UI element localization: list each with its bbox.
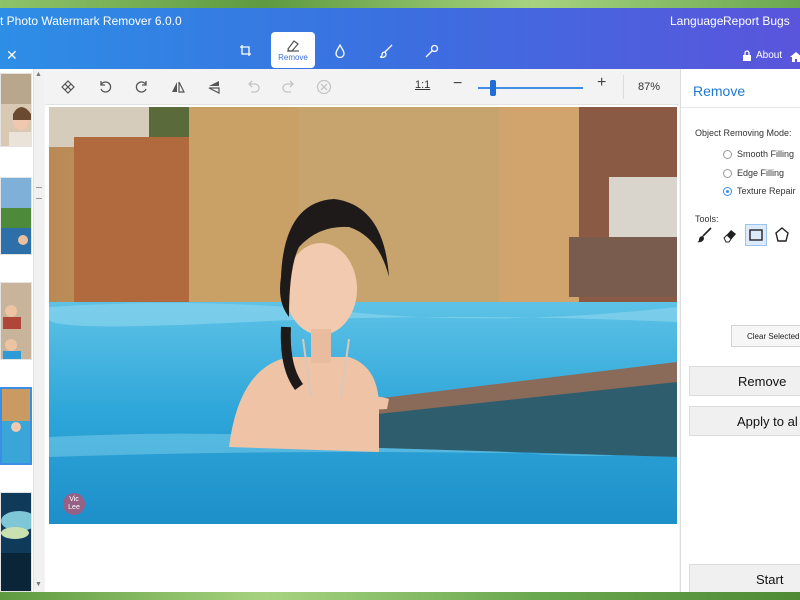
eraser-icon bbox=[287, 40, 299, 52]
mode-texture-repair-label: Texture Repair bbox=[737, 186, 796, 196]
tab-brush[interactable] bbox=[364, 34, 408, 68]
panel-divider bbox=[681, 107, 800, 108]
lock-icon bbox=[743, 50, 751, 61]
brush-tool[interactable] bbox=[693, 224, 715, 246]
tab-remove[interactable]: Remove bbox=[271, 32, 315, 68]
flip-vertical-icon[interactable] bbox=[206, 79, 222, 95]
tab-remove-label: Remove bbox=[278, 53, 308, 62]
tab-repair[interactable] bbox=[410, 34, 454, 68]
desktop-background-bottom bbox=[0, 592, 800, 600]
thumbnail-5[interactable] bbox=[0, 492, 32, 592]
close-icon[interactable]: ✕ bbox=[6, 48, 18, 62]
radio-texture-repair[interactable] bbox=[723, 186, 732, 196]
apply-to-all-button[interactable]: Apply to al bbox=[689, 406, 800, 436]
thumbnail-strip: ▲ ▼ bbox=[0, 69, 44, 592]
thumbnail-1[interactable] bbox=[0, 73, 32, 147]
edit-toolbar: 1:1 − + 87% bbox=[45, 69, 679, 105]
thumbnail-3[interactable] bbox=[0, 282, 32, 360]
zoom-in-button[interactable]: + bbox=[597, 74, 606, 92]
mode-edge-filling[interactable]: Edge Filling bbox=[723, 168, 784, 178]
rectangle-select-tool[interactable] bbox=[745, 224, 767, 246]
thumbnail-scrollbar[interactable]: ▲ ▼ bbox=[33, 69, 44, 592]
eraser-tool[interactable] bbox=[719, 224, 741, 246]
report-bugs-link[interactable]: Report Bugs bbox=[723, 14, 790, 28]
desktop-background-top bbox=[0, 0, 800, 8]
move-icon[interactable] bbox=[60, 79, 76, 95]
home-icon[interactable] bbox=[790, 50, 800, 68]
zoom-slider-handle[interactable] bbox=[489, 80, 496, 96]
drop-icon bbox=[335, 44, 345, 58]
wand-icon bbox=[425, 44, 439, 58]
scroll-grip[interactable] bbox=[36, 187, 42, 199]
crop-icon bbox=[240, 45, 251, 56]
cancel-icon[interactable] bbox=[316, 79, 332, 95]
undo-icon[interactable] bbox=[245, 79, 261, 95]
tools-label: Tools: bbox=[695, 214, 719, 224]
eraser-icon bbox=[723, 230, 736, 243]
radio-smooth-filling[interactable] bbox=[723, 149, 732, 159]
clear-selected-button[interactable]: Clear Selected bbox=[731, 325, 800, 347]
tab-crop[interactable] bbox=[224, 34, 268, 68]
zoom-out-button[interactable]: − bbox=[453, 75, 462, 93]
start-button[interactable]: Start bbox=[689, 564, 800, 592]
brush-icon bbox=[697, 227, 712, 243]
mode-smooth-filling[interactable]: Smooth Filling bbox=[723, 149, 794, 159]
zoom-divider bbox=[623, 75, 624, 99]
polygon-select-tool[interactable] bbox=[771, 224, 793, 246]
about-label: About bbox=[756, 50, 783, 61]
flip-horizontal-icon[interactable] bbox=[170, 79, 186, 95]
polygon-select-icon bbox=[775, 227, 789, 242]
rectangle-select-icon bbox=[749, 229, 763, 241]
actual-size-button[interactable]: 1:1 bbox=[415, 79, 430, 91]
about-button[interactable]: About bbox=[742, 50, 782, 61]
remove-button[interactable]: Remove bbox=[689, 366, 800, 396]
mode-label: Object Removing Mode: bbox=[695, 128, 792, 138]
scroll-down-icon[interactable]: ▼ bbox=[35, 581, 42, 588]
brush-icon bbox=[379, 44, 393, 58]
image-canvas[interactable]: Vic Lee bbox=[45, 105, 679, 592]
mode-texture-repair[interactable]: Texture Repair bbox=[723, 186, 796, 196]
thumbnail-4-selected[interactable] bbox=[0, 387, 32, 465]
lasso-tool[interactable] bbox=[795, 224, 800, 246]
language-link[interactable]: Language bbox=[670, 14, 723, 28]
tab-fill[interactable] bbox=[318, 34, 362, 68]
redo-icon[interactable] bbox=[281, 79, 297, 95]
rotate-left-icon[interactable] bbox=[97, 79, 113, 95]
mode-smooth-filling-label: Smooth Filling bbox=[737, 149, 795, 159]
photo-preview[interactable]: Vic Lee bbox=[49, 107, 677, 524]
panel-title: Remove bbox=[693, 83, 746, 99]
radio-edge-filling[interactable] bbox=[723, 168, 732, 178]
scroll-up-icon[interactable]: ▲ bbox=[35, 71, 42, 78]
rotate-right-icon[interactable] bbox=[134, 79, 150, 95]
watermark-logo[interactable]: Vic Lee bbox=[63, 493, 85, 515]
zoom-percent: 87% bbox=[638, 81, 661, 93]
remove-panel: Remove Object Removing Mode: Smooth Fill… bbox=[680, 69, 800, 592]
mode-edge-filling-label: Edge Filling bbox=[737, 168, 785, 178]
thumbnail-2[interactable] bbox=[0, 177, 32, 255]
window-title: t Photo Watermark Remover 6.0.0 bbox=[0, 14, 182, 28]
app-window: t Photo Watermark Remover 6.0.0 Language… bbox=[0, 8, 800, 592]
app-header: t Photo Watermark Remover 6.0.0 Language… bbox=[0, 8, 800, 69]
